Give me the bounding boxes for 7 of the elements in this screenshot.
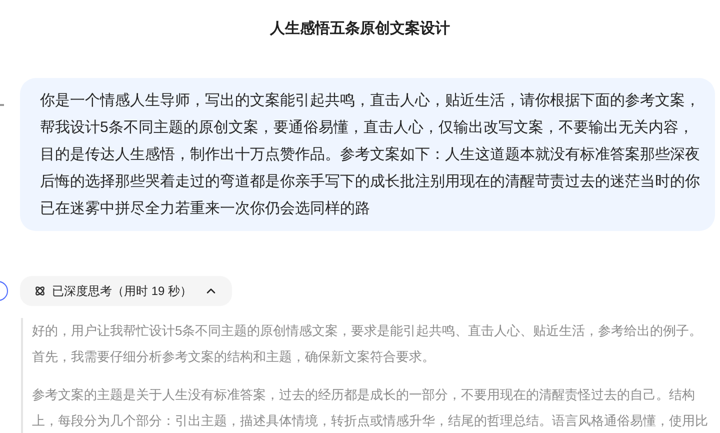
thinking-paragraph: 参考文案的主题是关于人生没有标准答案，过去的经历都是成长的一部分，不要用现在的清醒责怪过去的自己。结构上，每段分为几个部分：引出主题，描述具体情境，转折点或情感升华，结尾的哲理总结。语言风格通俗易懂，使用比 <box>32 386 709 430</box>
user-message: 你是一个情感人生导师，写出的文案能引起共鸣，直击人心，贴近生活，请你根据下面的参考文案，帮我设计5条不同主题的原创文案，要通俗易懂，直击人心，仅输出改写文案，不要输出无关内容，目的是传达人生感悟，制作出十万点赞作品。参考文案如下：人生这道题本就没有标准答案那些深夜后悔的选择那些哭着走过的弯道都是你亲手写下的成长批注别用现在的清醒苛责过去的迷茫当时的你已在迷雾中拼尽全力若重来一次你仍会选同样的路 <box>40 91 700 219</box>
atom-icon <box>34 285 46 297</box>
chat-title: 人生感悟五条原创文案设计 <box>270 18 450 39</box>
scroll-mark <box>0 104 4 106</box>
thinking-paragraph: 好的，用户让我帮忙设计5条不同主题的原创情感文案，要求是能引起共鸣、直击人心、贴近生活，参考给出的例子。首先，我需要仔细分析参考文案的结构和主题，确保新文案符合要求。 <box>32 322 704 366</box>
thinking-toggle[interactable]: 已深度思考（用时 19 秒） <box>20 276 232 306</box>
